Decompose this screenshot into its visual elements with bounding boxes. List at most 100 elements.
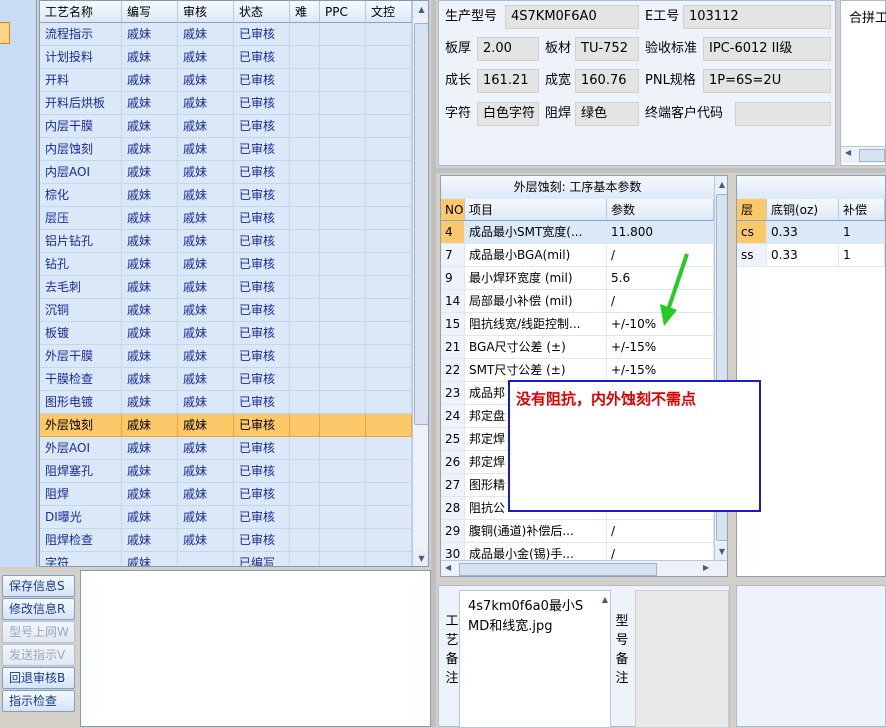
table-row[interactable]: 内层蚀刻 戚妹 戚妹 已审核 [40,138,412,161]
table-row[interactable]: 字符 戚妹 已编写 [40,552,412,566]
table-row[interactable]: 开料 戚妹 戚妹 已审核 [40,69,412,92]
action-button-4[interactable]: 回退审核B [2,667,75,689]
process-grid[interactable]: 工艺名称 编写 审核 状态难 PPC 文控 流程指示 戚妹 戚妹 已审核 计划投料 戚妹 戚妹 已审核开… [39,0,429,567]
table-row[interactable]: 外层干膜 戚妹 戚妹 已审核 [40,345,412,368]
model-remark-box[interactable] [635,590,729,728]
table-cell: 戚妹 [178,161,234,184]
table-row[interactable]: 阻焊检查 戚妹 戚妹 已审核 [40,529,412,552]
table-row[interactable]: 流程指示 戚妹 戚妹 已审核 [40,23,412,46]
action-button-0[interactable]: 保存信息S [2,575,75,597]
column-header[interactable]: NO [441,199,465,221]
table-row[interactable]: 沉铜 戚妹 戚妹 已审核 [40,299,412,322]
table-row[interactable]: 外层AOI 戚妹 戚妹 已审核 [40,437,412,460]
column-header[interactable]: 层 [737,199,767,221]
length-field[interactable]: 161.21 [477,69,539,93]
table-cell [320,184,366,207]
scroll-up-icon[interactable]: ▲ [413,1,428,18]
table-row[interactable]: 4 成品最小SMT宽度(... 11.800 [441,221,714,244]
table-row[interactable]: DI曝光 戚妹 戚妹 已审核 [40,506,412,529]
column-header[interactable]: 项目 [465,199,607,221]
scroll-thumb[interactable] [414,23,428,425]
table-row[interactable]: 计划投料 戚妹 戚妹 已审核 [40,46,412,69]
table-cell [320,437,366,460]
width-field[interactable]: 160.76 [575,69,639,93]
table-cell: 内层蚀刻 [40,138,122,161]
table-row[interactable]: 去毛刺 戚妹 戚妹 已审核 [40,276,412,299]
parameter-grid[interactable]: 外层蚀刻: 工序基本参数 NO 项目 参数 4 成品最小SMT宽度(... 11.800… [440,175,728,577]
eno-field[interactable]: 103112 [683,5,831,29]
table-row[interactable]: cs 0.33 1 [737,221,885,244]
table-cell: 已审核 [234,161,290,184]
table-row[interactable]: 22 SMT尺寸公差 (±) +/-15% [441,359,714,382]
table-cell: 图形电镀 [40,391,122,414]
column-header[interactable]: 底铜(oz) [767,199,839,221]
table-row[interactable]: 阻焊 戚妹 戚妹 已审核 [40,483,412,506]
table-row[interactable]: 板镀 戚妹 戚妹 已审核 [40,322,412,345]
scroll-down-icon[interactable]: ▼ [715,543,727,560]
combine-hscroll[interactable]: ◀ [841,146,885,163]
table-row[interactable]: 干膜检查 戚妹 戚妹 已审核 [40,368,412,391]
pnl-field[interactable]: 1P=6S=2U [703,69,831,93]
standard-field[interactable]: IPC-6012 II级 [703,37,831,61]
column-header[interactable]: 工艺名称 [40,1,122,23]
thickness-field[interactable]: 2.00 [477,37,539,61]
table-cell [366,230,412,253]
table-cell [320,299,366,322]
column-header[interactable]: 参数 [607,199,714,221]
scroll-left-icon[interactable]: ◀ [445,563,451,572]
action-button-5[interactable]: 指示检查 [2,690,75,712]
table-row[interactable]: 外层蚀刻 戚妹 戚妹 已审核 [40,414,412,437]
material-field[interactable]: TU-752 [575,37,639,61]
table-row[interactable]: 棕化 戚妹 戚妹 已审核 [40,184,412,207]
left-panel-tab[interactable] [0,22,10,44]
scroll-up-icon[interactable]: ▲ [602,595,608,604]
table-cell [366,92,412,115]
table-row[interactable]: 内层干膜 戚妹 戚妹 已审核 [40,115,412,138]
action-button-2[interactable]: 型号上网W [2,621,75,643]
table-cell [290,161,320,184]
table-row[interactable]: 铝片钻孔 戚妹 戚妹 已审核 [40,230,412,253]
table-row[interactable]: ss 0.33 1 [737,244,885,267]
table-row[interactable]: 内层AOI 戚妹 戚妹 已审核 [40,161,412,184]
scroll-thumb[interactable] [859,149,885,162]
thickness-label: 板厚 [445,41,472,56]
table-row[interactable]: 图形电镀 戚妹 戚妹 已审核 [40,391,412,414]
column-header[interactable]: 补偿 [839,199,885,221]
splitter[interactable] [431,0,436,727]
table-cell: 戚妹 [122,69,178,92]
mask-field[interactable]: 绿色 [575,102,639,126]
char-field[interactable]: 白色字符 [477,102,539,126]
table-cell: 成品最小SMT宽度(... [465,221,607,244]
table-row[interactable]: 开料后烘板 戚妹 戚妹 已审核 [40,92,412,115]
action-button-1[interactable]: 修改信息R [2,598,75,620]
splitter-horizontal[interactable] [436,168,886,173]
table-row[interactable]: 21 BGA尺寸公差 (±) +/-15% [441,336,714,359]
scroll-right-icon[interactable]: ▶ [703,563,709,572]
scroll-left-icon[interactable]: ◀ [845,148,851,157]
parameter-grid-hscroll[interactable]: ◀ ▶ [441,560,727,576]
column-header[interactable]: 状态 [234,1,290,23]
table-row[interactable]: 阻焊塞孔 戚妹 戚妹 已审核 [40,460,412,483]
craft-remark-box[interactable]: 4s7km0f6a0最小SMD和线宽.jpg ▲ [459,590,611,728]
scroll-down-icon[interactable]: ▼ [413,550,428,566]
table-row[interactable]: 层压 戚妹 戚妹 已审核 [40,207,412,230]
model-field[interactable]: 4S7KM0F6A0 [505,5,639,29]
table-cell: 去毛刺 [40,276,122,299]
column-header[interactable]: PPC [320,1,366,23]
table-cell: 15 [441,313,465,336]
layer-grid[interactable]: 层底铜(oz) 补偿 cs 0.33 1 ss 0.33 1 [736,175,886,577]
table-row[interactable]: 29 腹铜(通道)补偿后... / [441,520,714,543]
table-row[interactable]: 钻孔 戚妹 戚妹 已审核 [40,253,412,276]
action-button-3[interactable]: 发送指示V [2,644,75,666]
column-header[interactable]: 编写 [122,1,178,23]
scroll-up-icon[interactable]: ▲ [715,176,727,193]
column-header[interactable]: 文控 [366,1,412,23]
table-cell: 23 [441,382,465,405]
scroll-thumb[interactable] [459,563,657,576]
column-header[interactable]: 难 [290,1,320,23]
process-grid-scrollbar[interactable]: ▲ ▼ [412,1,428,566]
column-header[interactable]: 审核 [178,1,234,23]
table-cell: 已审核 [234,46,290,69]
customer-code-field[interactable] [735,102,831,126]
table-cell [366,414,412,437]
